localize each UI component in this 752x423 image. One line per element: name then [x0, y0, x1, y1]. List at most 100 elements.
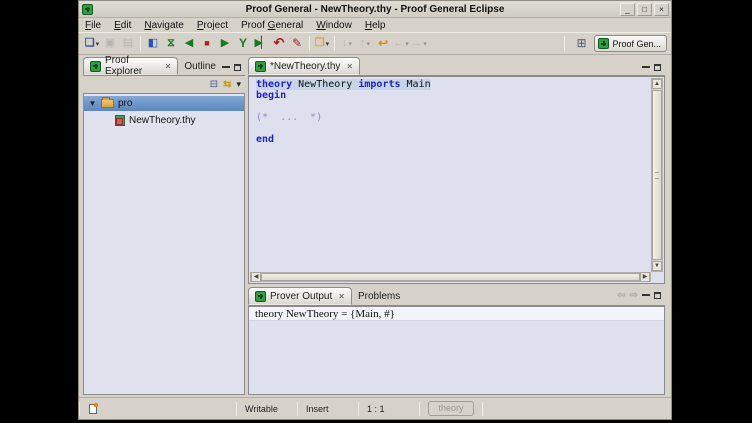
status-file-indicator	[80, 404, 106, 414]
maximize-console-icon[interactable]	[654, 292, 661, 299]
scroll-right-icon[interactable]: ▶	[640, 272, 650, 282]
menu-project[interactable]: Project	[197, 20, 228, 31]
writable-status: Writable	[237, 404, 297, 414]
process-to-end-button[interactable]	[252, 34, 270, 53]
problems-tab-label: Problems	[358, 291, 400, 302]
activate-prover-button[interactable]	[162, 34, 180, 53]
code-line[interactable]	[256, 123, 650, 134]
undo-all-button[interactable]	[270, 34, 288, 53]
code-line[interactable]: (* ... *)	[256, 112, 650, 123]
console-forward-icon[interactable]: ⇨	[630, 290, 638, 301]
editor-tab-label: *NewTheory.thy	[270, 61, 340, 72]
editor-minmax	[642, 64, 665, 75]
process-to-end-icon	[255, 34, 268, 53]
perspective-label: Proof Gen...	[612, 39, 661, 49]
editor-tab-row: *NewTheory.thy ✕	[248, 57, 665, 76]
horizontal-scroll-thumb[interactable]	[261, 273, 640, 281]
menu-edit[interactable]: Edit	[114, 20, 131, 31]
menu-help[interactable]: Help	[365, 20, 386, 31]
tab-problems[interactable]: Problems	[352, 287, 406, 305]
run-external-button: ▾	[338, 34, 356, 53]
prover-state-icon	[148, 34, 158, 53]
undo-step-button[interactable]	[180, 34, 198, 53]
scroll-left-icon[interactable]: ◀	[251, 272, 261, 282]
close-editor-tab-icon[interactable]: ✕	[346, 62, 353, 71]
new-wizard-icon	[85, 34, 95, 53]
minimize-window-button[interactable]: _	[620, 3, 635, 16]
proof-explorer-tab-label: Proof Explorer	[105, 55, 159, 77]
tree-item-newtheory-thy[interactable]: NewTheory.thy	[84, 113, 244, 128]
dropdown-arrow-icon[interactable]: ▾	[96, 40, 100, 48]
menu-bar: File Edit Navigate Project Proof General Wind…	[79, 18, 671, 32]
back-history-button: ▾	[392, 34, 410, 53]
expander-open-icon[interactable]: ▼	[88, 99, 97, 108]
close-tab-icon[interactable]: ✕	[165, 62, 172, 71]
last-edit-location-button[interactable]	[374, 34, 392, 53]
tab-outline[interactable]: Outline	[178, 57, 222, 75]
status-groove	[482, 402, 483, 416]
vertical-scroll-thumb[interactable]	[652, 90, 662, 260]
tab-proof-explorer[interactable]: Proof Explorer ✕	[83, 57, 178, 75]
code-line[interactable]: end	[256, 134, 650, 145]
open-perspective-button[interactable]	[572, 34, 590, 53]
link-with-editor-icon[interactable]	[223, 77, 231, 92]
menu-navigate[interactable]: Navigate	[144, 20, 183, 31]
editor-horizontal-scrollbar[interactable]: ◀ ▶	[250, 272, 651, 282]
tab-prover-output[interactable]: Prover Output ✕	[248, 287, 352, 305]
editor-tab-icon	[255, 61, 266, 72]
dropdown-arrow-icon[interactable]: ▾	[405, 40, 409, 48]
interrupt-prover-button[interactable]	[198, 34, 216, 53]
open-perspective-icon	[576, 34, 586, 54]
menu-file[interactable]: File	[85, 20, 101, 31]
minimize-view-icon[interactable]	[222, 66, 230, 69]
active-perspective-button[interactable]: Proof Gen...	[594, 35, 667, 52]
scroll-up-icon[interactable]: ▲	[652, 79, 662, 89]
dropdown-arrow-icon[interactable]: ▾	[423, 40, 427, 48]
print-button	[119, 34, 137, 53]
collapse-all-icon[interactable]	[210, 77, 218, 92]
highlight-pen-icon	[292, 34, 302, 54]
dropdown-arrow-icon[interactable]: ▾	[366, 40, 370, 48]
minimize-console-icon[interactable]	[642, 294, 650, 297]
forward-history-button: ▾	[410, 34, 428, 53]
open-folder-button[interactable]: ▾	[313, 34, 331, 53]
maximize-view-icon[interactable]	[234, 64, 241, 71]
prover-output-area[interactable]: theory NewTheory = {Main, #}	[248, 306, 665, 395]
proof-general-logo-icon	[82, 4, 93, 15]
view-menu-icon[interactable]	[236, 77, 241, 92]
dropdown-arrow-icon[interactable]: ▾	[326, 40, 330, 48]
undo-step-icon	[185, 34, 193, 53]
prover-state-button[interactable]	[144, 34, 162, 53]
highlight-pen-button[interactable]	[288, 34, 306, 53]
tab-newtheory-editor[interactable]: *NewTheory.thy ✕	[248, 57, 360, 75]
code-line[interactable]: begin	[256, 90, 650, 101]
minimize-editor-icon[interactable]	[642, 66, 650, 69]
open-folder-icon	[315, 34, 325, 53]
maximize-editor-icon[interactable]	[654, 64, 661, 71]
code-line[interactable]: theory NewTheory imports Main	[256, 79, 650, 90]
toolbar-separator	[309, 36, 310, 51]
next-step-icon	[221, 34, 229, 53]
goto-command-button[interactable]	[234, 34, 252, 53]
close-prover-output-icon[interactable]: ✕	[338, 292, 345, 301]
scroll-down-icon[interactable]: ▼	[652, 261, 662, 271]
console-tab-row: Prover Output ✕ Problems ⇦ ⇨	[248, 287, 665, 306]
code-editor-area[interactable]: theory NewTheory imports Mainbegin (* ...…	[248, 76, 665, 284]
close-window-button[interactable]: ×	[654, 3, 669, 16]
tree-item-pro[interactable]: ▼pro	[84, 96, 244, 111]
console-back-icon[interactable]: ⇦	[617, 290, 625, 301]
maximize-window-button[interactable]: □	[637, 3, 652, 16]
new-wizard-button[interactable]: ▾	[83, 34, 101, 53]
theory-mode-button[interactable]: theory	[428, 401, 474, 416]
insert-mode-status: Insert	[298, 404, 358, 414]
dropdown-arrow-icon[interactable]: ▾	[348, 40, 352, 48]
status-bar: Writable Insert 1 : 1 theory	[79, 397, 671, 419]
menu-proof-general[interactable]: Proof General	[241, 20, 303, 31]
next-step-button[interactable]	[216, 34, 234, 53]
outline-tab-label: Outline	[184, 61, 216, 72]
menu-window[interactable]: Window	[316, 20, 352, 31]
window-controls: _□×	[620, 3, 669, 16]
undo-all-icon	[274, 33, 285, 54]
editor-vertical-scrollbar[interactable]: ▲ ▼	[651, 78, 663, 272]
code-line[interactable]	[256, 101, 650, 112]
